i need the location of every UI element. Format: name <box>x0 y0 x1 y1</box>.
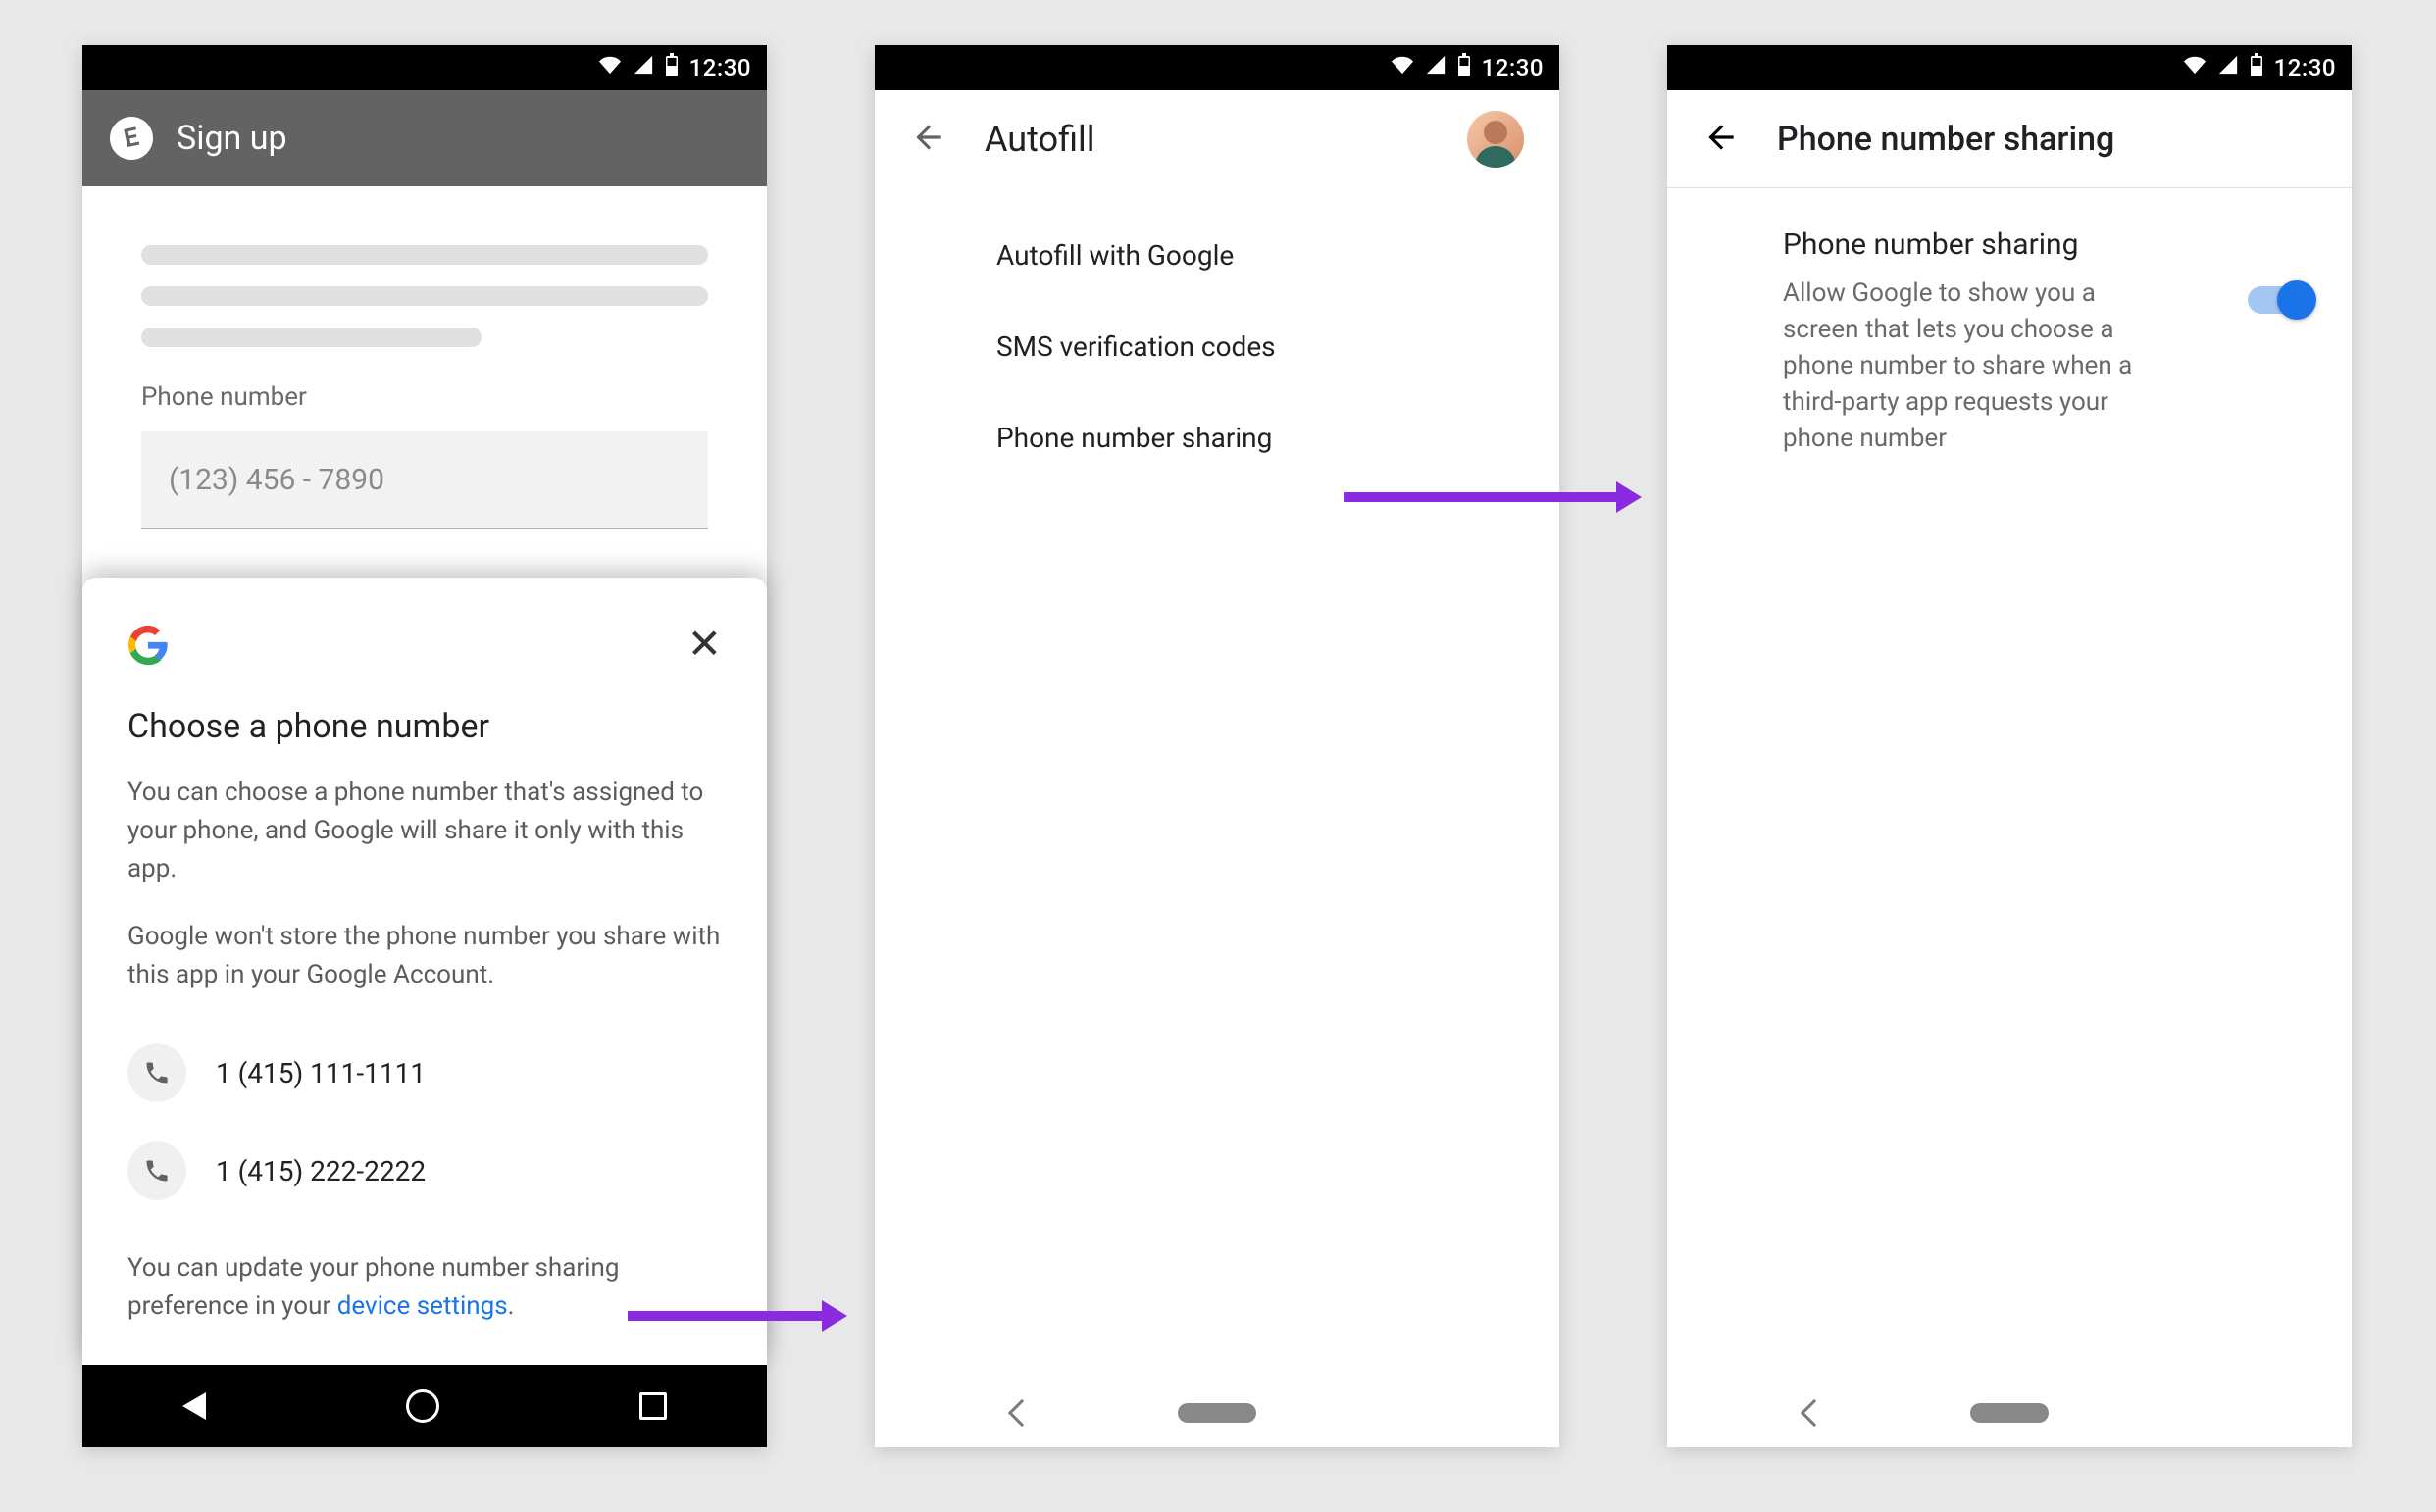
app-logo: E <box>106 113 157 164</box>
phone-option[interactable]: 1 (415) 222-2222 <box>127 1122 722 1220</box>
phone-screen-autofill: 12:30 Autofill Autofill with Google SMS … <box>875 45 1559 1447</box>
nav-recent-icon[interactable] <box>639 1392 667 1420</box>
phone-number-sheet: ✕ Choose a phone number You can choose a… <box>82 578 767 1365</box>
settings-title: Phone number sharing <box>1777 120 2114 159</box>
sheet-paragraph: Google won't store the phone number you … <box>127 918 722 994</box>
phone-input[interactable]: (123) 456 - 7890 <box>141 431 708 529</box>
settings-header: Autofill <box>875 90 1559 188</box>
phone-sharing-toggle[interactable] <box>2248 286 2312 314</box>
status-time: 12:30 <box>689 54 751 81</box>
back-button[interactable] <box>910 119 947 160</box>
android-nav-bar <box>82 1365 767 1447</box>
signup-form: Phone number (123) 456 - 7890 <box>82 186 767 529</box>
battery-icon <box>2249 53 2264 82</box>
battery-icon <box>664 53 680 82</box>
cell-signal-icon <box>633 54 654 81</box>
wifi-icon <box>1390 54 1415 81</box>
flow-arrow <box>628 1311 824 1321</box>
skeleton-line <box>141 328 482 347</box>
phone-option[interactable]: 1 (415) 111-1111 <box>127 1024 722 1122</box>
setting-row-description: Allow Google to show you a screen that l… <box>1783 276 2165 457</box>
back-button[interactable] <box>1702 119 1740 160</box>
phone-icon <box>127 1043 186 1102</box>
phone-option-number: 1 (415) 111-1111 <box>216 1057 426 1089</box>
setting-row-title: Phone number sharing <box>1783 227 2199 262</box>
skeleton-line <box>141 286 708 306</box>
status-bar: 12:30 <box>1667 45 2352 90</box>
nav-home-pill[interactable] <box>1970 1403 2049 1423</box>
settings-list: Autofill with Google SMS verification co… <box>875 188 1559 483</box>
phone-screen-phone-sharing: 12:30 Phone number sharing Phone number … <box>1667 45 2352 1447</box>
gesture-nav-bar <box>1667 1379 2352 1447</box>
account-avatar[interactable] <box>1467 111 1524 168</box>
phone-field-label: Phone number <box>141 382 708 412</box>
toggle-knob <box>2277 280 2316 320</box>
nav-back-chevron-icon[interactable] <box>1801 1399 1828 1427</box>
wifi-icon <box>2182 54 2208 81</box>
google-logo-icon <box>127 625 169 666</box>
phone-option-number: 1 (415) 222-2222 <box>216 1155 426 1187</box>
gesture-nav-bar <box>875 1379 1559 1447</box>
settings-item-phone-sharing[interactable]: Phone number sharing <box>875 392 1559 483</box>
skeleton-line <box>141 245 708 265</box>
status-time: 12:30 <box>2274 54 2336 81</box>
close-sheet-button[interactable]: ✕ <box>687 625 722 666</box>
app-header-title: Sign up <box>177 119 287 158</box>
settings-title: Autofill <box>985 119 1430 160</box>
phone-icon <box>127 1141 186 1200</box>
nav-back-icon[interactable] <box>182 1392 206 1420</box>
sheet-title: Choose a phone number <box>127 707 722 746</box>
phone-screen-signup: 12:30 E Sign up Phone number (123) 456 -… <box>82 45 767 1447</box>
device-settings-link[interactable]: device settings <box>337 1291 508 1321</box>
sheet-paragraph: You can choose a phone number that's ass… <box>127 774 722 888</box>
nav-home-pill[interactable] <box>1178 1403 1256 1423</box>
battery-icon <box>1456 53 1472 82</box>
setting-row[interactable]: Phone number sharing Allow Google to sho… <box>1667 188 2352 457</box>
phone-input-placeholder: (123) 456 - 7890 <box>169 463 384 497</box>
nav-home-icon[interactable] <box>406 1389 439 1423</box>
sheet-footer-text: . <box>508 1291 515 1321</box>
settings-item-sms-codes[interactable]: SMS verification codes <box>875 301 1559 392</box>
wifi-icon <box>597 54 623 81</box>
app-header: E Sign up <box>82 90 767 186</box>
status-bar: 12:30 <box>875 45 1559 90</box>
nav-back-chevron-icon[interactable] <box>1008 1399 1036 1427</box>
cell-signal-icon <box>1425 54 1446 81</box>
flow-arrow <box>1344 492 1618 502</box>
settings-header: Phone number sharing <box>1667 90 2352 188</box>
settings-item-autofill-google[interactable]: Autofill with Google <box>875 210 1559 301</box>
status-time: 12:30 <box>1482 54 1544 81</box>
cell-signal-icon <box>2217 54 2239 81</box>
status-bar: 12:30 <box>82 45 767 90</box>
